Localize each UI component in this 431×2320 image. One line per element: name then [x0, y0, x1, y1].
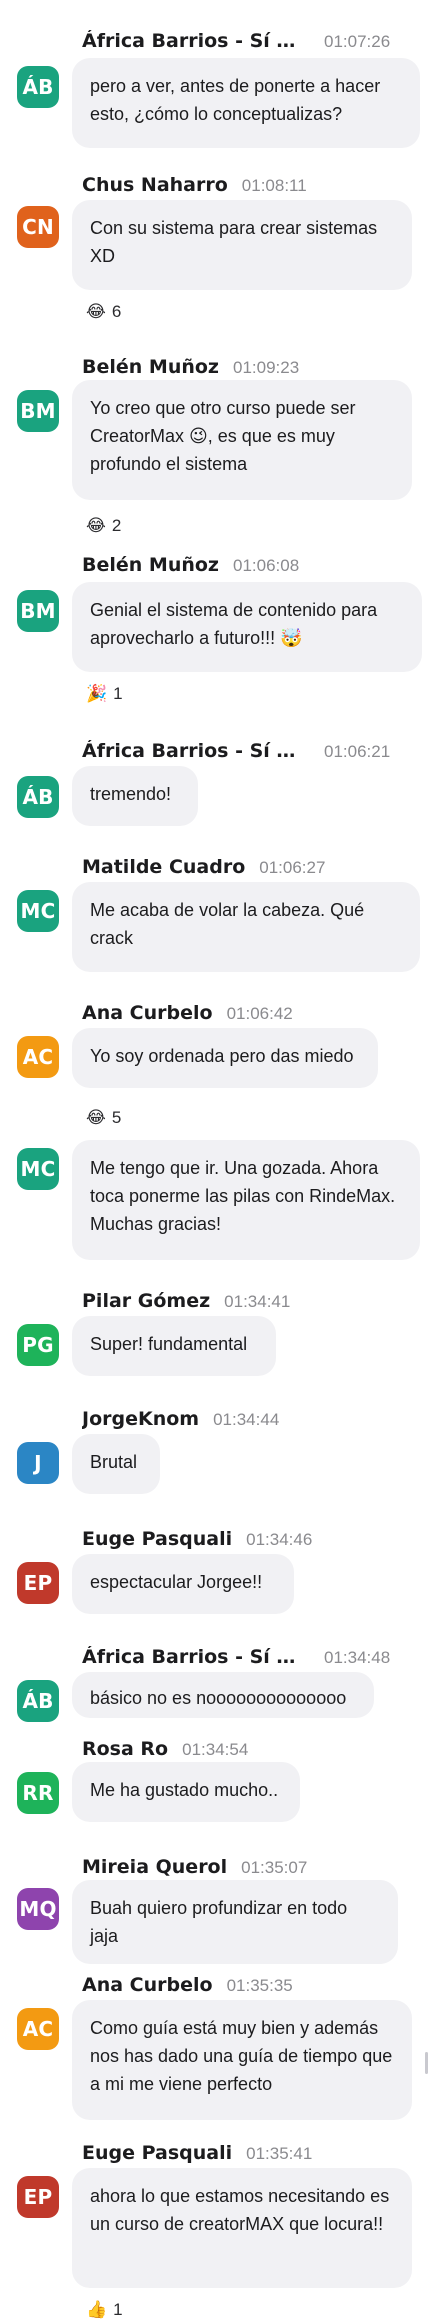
timestamp: 01:09:23	[232, 358, 300, 377]
author-name[interactable]: África Barrios - Sí Quiero Vivir de Mi P…	[82, 740, 310, 762]
avatar[interactable]: PG	[17, 1324, 59, 1366]
message-bubble[interactable]: Me acaba de volar la cabeza. Qué crack	[72, 882, 420, 972]
avatar[interactable]: ÁB	[17, 1680, 59, 1722]
author-name[interactable]: Euge Pasquali	[82, 1528, 232, 1550]
avatar[interactable]: MC	[17, 890, 59, 932]
message-header: Chus Naharro 01:08:11	[82, 174, 307, 200]
timestamp: 01:34:41	[224, 1292, 291, 1311]
message-bubble[interactable]: Con su sistema para crear sistemas XD	[72, 200, 412, 290]
message-bubble[interactable]: tremendo!	[72, 766, 198, 826]
avatar[interactable]: MC	[17, 1148, 59, 1190]
message-bubble[interactable]: Yo soy ordenada pero das miedo	[72, 1028, 378, 1088]
message-bubble[interactable]: Super! fundamental	[72, 1316, 276, 1376]
timestamp: 01:34:46	[246, 1530, 313, 1549]
message-header: África Barrios - Sí Quiero Vivir de Mi P…	[82, 30, 390, 56]
message-bubble[interactable]: Buah quiero profundizar en todo jaja	[72, 1880, 398, 1964]
reaction-count: 5	[111, 1108, 122, 1127]
message-bubble[interactable]: Brutal	[72, 1434, 160, 1494]
timestamp: 01:07:26	[324, 32, 391, 51]
reaction-chip[interactable]: 😂 2	[86, 516, 121, 536]
reaction-count: 1	[113, 684, 123, 703]
message-bubble[interactable]: ahora lo que estamos necesitando es un c…	[72, 2168, 412, 2288]
author-name[interactable]: Euge Pasquali	[82, 2142, 232, 2164]
avatar[interactable]: AC	[17, 1036, 59, 1078]
avatar[interactable]: J	[17, 1442, 59, 1484]
reaction-count: 2	[111, 516, 122, 535]
reaction-count: 6	[111, 302, 122, 321]
message-header: Euge Pasquali 01:34:46	[82, 1528, 312, 1554]
avatar[interactable]: EP	[17, 1562, 59, 1604]
message-header: Pilar Gómez 01:34:41	[82, 1290, 290, 1316]
reaction-emoji-icon: 😂	[86, 516, 106, 535]
avatar[interactable]: BM	[17, 390, 59, 432]
message-header: Matilde Cuadro 01:06:27	[82, 856, 325, 882]
author-name[interactable]: Chus Naharro	[82, 174, 228, 196]
timestamp: 01:34:48	[324, 1648, 391, 1667]
message-header: Ana Curbelo 01:35:35	[82, 1974, 293, 2000]
message-bubble[interactable]: espectacular Jorgee!!	[72, 1554, 294, 1614]
message-bubble[interactable]: Me tengo que ir. Una gozada. Ahora toca …	[72, 1140, 420, 1260]
timestamp: 01:34:44	[213, 1410, 280, 1429]
avatar[interactable]: BM	[17, 590, 59, 632]
reaction-chip[interactable]: 😂 5	[86, 1108, 121, 1128]
author-name[interactable]: Ana Curbelo	[82, 1002, 213, 1024]
timestamp: 01:06:42	[226, 1004, 293, 1023]
message-bubble[interactable]: básico no es noooooooooooooo	[72, 1672, 374, 1718]
author-name[interactable]: Matilde Cuadro	[82, 856, 245, 878]
reaction-emoji-icon: 👍	[86, 2300, 108, 2319]
reaction-emoji-icon: 😂	[86, 302, 106, 321]
author-name[interactable]: Pilar Gómez	[82, 1290, 210, 1312]
message-bubble[interactable]: Me ha gustado mucho..	[72, 1762, 300, 1822]
timestamp: 01:35:41	[246, 2144, 313, 2163]
message-header: África Barrios - Sí Quiero Vivir de Mi P…	[82, 1646, 390, 1672]
reaction-emoji-icon: 🎉	[86, 684, 108, 703]
message-bubble[interactable]: Genial el sistema de contenido para apro…	[72, 582, 422, 672]
message-header: Euge Pasquali 01:35:41	[82, 2142, 312, 2168]
chat-message-list[interactable]: ÁB África Barrios - Sí Quiero Vivir de Mi…	[0, 0, 431, 2320]
author-name[interactable]: África Barrios - Sí Quiero Vivir de Mi P…	[82, 1646, 310, 1668]
avatar[interactable]: RR	[17, 1772, 59, 1814]
reaction-chip[interactable]: 😂 6	[86, 302, 121, 322]
scrollbar-thumb[interactable]	[425, 2052, 428, 2074]
avatar[interactable]: AC	[17, 2008, 59, 2050]
message-bubble[interactable]: pero a ver, antes de ponerte a hacer est…	[72, 58, 420, 148]
timestamp: 01:06:21	[324, 742, 391, 761]
timestamp: 01:35:35	[226, 1976, 293, 1995]
reaction-chip[interactable]: 👍 1	[86, 2300, 123, 2320]
message-header: Mireia Querol 01:35:07	[82, 1856, 307, 1882]
timestamp: 01:06:08	[232, 556, 300, 575]
author-name[interactable]: Mireia Querol	[82, 1856, 227, 1878]
avatar[interactable]: EP	[17, 2176, 59, 2218]
message-bubble[interactable]: Como guía está muy bien y además nos has…	[72, 2000, 412, 2120]
reaction-count: 1	[113, 2300, 123, 2319]
timestamp: 01:35:07	[241, 1858, 308, 1877]
timestamp: 01:06:27	[259, 858, 326, 877]
avatar[interactable]: ÁB	[17, 776, 59, 818]
avatar[interactable]: MQ	[17, 1888, 59, 1930]
author-name[interactable]: África Barrios - Sí Quiero Vivir de Mi P…	[82, 30, 310, 52]
message-header: África Barrios - Sí Quiero Vivir de Mi P…	[82, 740, 390, 766]
message-bubble[interactable]: Yo creo que otro curso puede ser Creator…	[72, 380, 412, 500]
author-name[interactable]: Rosa Ro	[82, 1738, 168, 1760]
timestamp: 01:34:54	[182, 1740, 249, 1759]
message-header: Rosa Ro 01:34:54	[82, 1738, 248, 1764]
author-name[interactable]: Ana Curbelo	[82, 1974, 213, 1996]
message-header: Belén Muñoz 01:06:08	[82, 554, 299, 580]
message-header: Belén Muñoz 01:09:23	[82, 356, 299, 382]
reaction-chip[interactable]: 🎉 1	[86, 684, 123, 704]
author-name[interactable]: Belén Muñoz	[82, 554, 219, 576]
avatar[interactable]: CN	[17, 206, 59, 248]
author-name[interactable]: Belén Muñoz	[82, 356, 219, 378]
message-header: JorgeKnom 01:34:44	[82, 1408, 279, 1434]
message-header: Ana Curbelo 01:06:42	[82, 1002, 293, 1028]
timestamp: 01:08:11	[241, 176, 307, 195]
avatar[interactable]: ÁB	[17, 66, 59, 108]
reaction-emoji-icon: 😂	[86, 1108, 106, 1127]
author-name[interactable]: JorgeKnom	[82, 1408, 199, 1430]
